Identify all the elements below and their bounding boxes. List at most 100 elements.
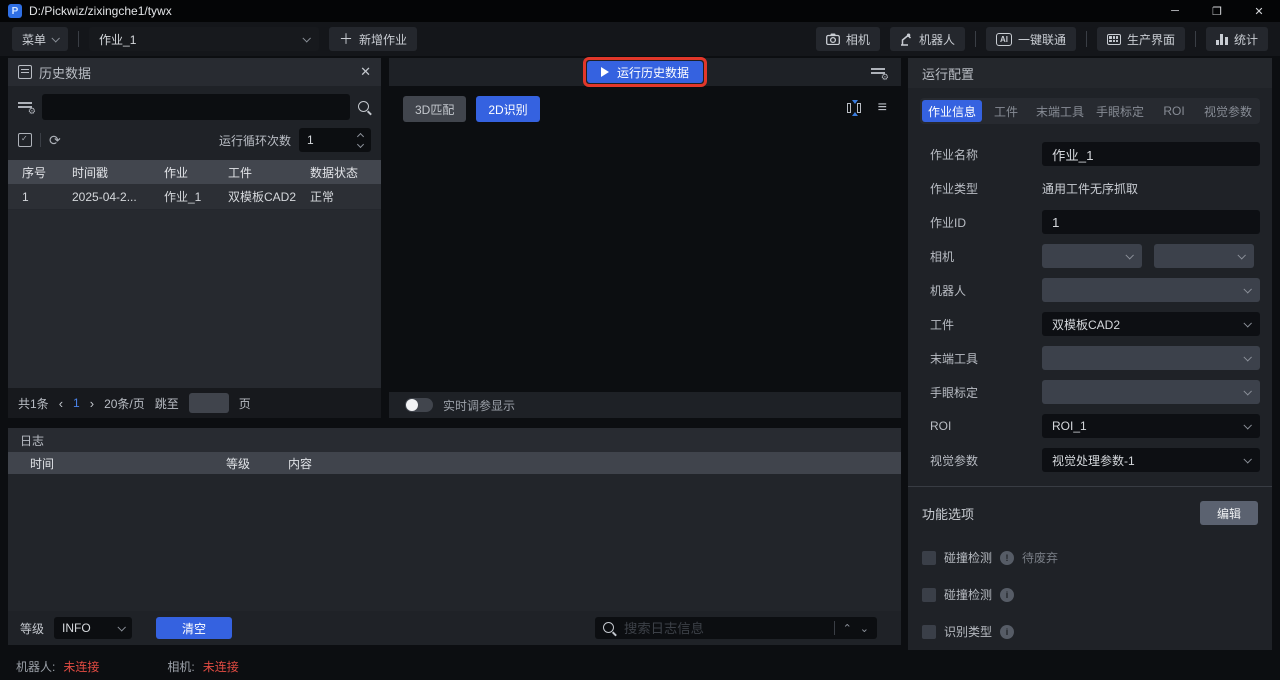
job-selector-dropdown[interactable]: 作业_1	[89, 27, 319, 51]
info-icon: i	[1000, 588, 1014, 602]
chevron-down-icon	[1243, 421, 1251, 429]
checkbox[interactable]	[922, 588, 936, 602]
filter-settings-icon[interactable]	[18, 101, 34, 113]
tab-2d-recognition[interactable]: 2D识别	[476, 96, 539, 122]
menu-button[interactable]: 菜单	[12, 27, 68, 51]
roi-label: ROI	[920, 419, 1042, 433]
function-options-heading: 功能选项	[922, 504, 974, 523]
robot-select[interactable]	[1042, 278, 1260, 302]
robot-button[interactable]: 机器人	[890, 27, 965, 51]
tab-end-tool[interactable]: 末端工具	[1030, 100, 1090, 122]
one-key-connect-button[interactable]: AI 一键联通	[986, 27, 1076, 51]
tab-job-info[interactable]: 作业信息	[922, 100, 982, 122]
chevron-down-icon	[1243, 387, 1251, 395]
status-bar: 机器人: 未连接 相机: 未连接	[0, 652, 1280, 680]
job-name-input[interactable]	[1042, 142, 1260, 166]
tab-hand-eye[interactable]: 手眼标定	[1090, 100, 1150, 122]
live-tuning-toggle[interactable]	[405, 398, 433, 412]
divider	[1195, 31, 1196, 47]
log-panel-title: 日志	[20, 432, 44, 449]
next-page-icon[interactable]: ›	[90, 396, 94, 411]
bar-chart-icon	[1216, 34, 1228, 45]
end-tool-select[interactable]	[1042, 346, 1260, 370]
menu-icon[interactable]: ≡	[878, 100, 887, 116]
jump-label: 跳至	[155, 395, 179, 412]
option-collision-2: 碰撞检测 i	[908, 586, 1272, 603]
search-next-icon[interactable]: ⌄	[860, 622, 869, 635]
deprecated-note: 待废弃	[1022, 549, 1058, 566]
ai-icon: AI	[996, 33, 1012, 46]
main-toolbar: 菜单 作业_1 ＋ 新增作业 相机 机器人 AI 一键联通	[0, 22, 1280, 56]
run-cycles-stepper[interactable]: 1	[299, 128, 371, 152]
jump-page-input[interactable]	[189, 393, 229, 413]
checkbox[interactable]	[922, 625, 936, 639]
log-table-body	[8, 474, 901, 611]
log-search-input[interactable]	[624, 621, 826, 636]
tab-workpiece[interactable]: 工件	[982, 100, 1030, 122]
statistics-button[interactable]: 统计	[1206, 27, 1268, 51]
run-config-panel: 运行配置 作业信息 工件 末端工具 手眼标定 ROI 视觉参数 作业名称 作业类…	[908, 58, 1272, 650]
history-document-icon	[18, 65, 32, 79]
production-grid-icon	[1107, 34, 1121, 45]
hand-eye-select[interactable]	[1042, 380, 1260, 404]
restore-button[interactable]: ❐	[1196, 0, 1238, 22]
chevron-down-icon	[51, 34, 59, 42]
config-tab-bar: 作业信息 工件 末端工具 手眼标定 ROI 视觉参数	[920, 98, 1260, 124]
fit-view-icon[interactable]	[846, 100, 862, 116]
search-icon[interactable]	[358, 101, 371, 114]
divider	[40, 133, 41, 147]
workpiece-label: 工件	[920, 316, 1042, 333]
robot-status-value: 未连接	[63, 658, 99, 675]
robot-label: 机器人	[920, 282, 1042, 299]
vision-params-label: 视觉参数	[920, 452, 1042, 469]
tab-3d-match[interactable]: 3D匹配	[403, 96, 466, 122]
history-search-input[interactable]	[42, 94, 350, 120]
divider	[834, 621, 835, 635]
vision-params-select[interactable]: 视觉处理参数-1	[1042, 448, 1260, 472]
total-count: 共1条	[18, 395, 49, 412]
log-level-select[interactable]: INFO	[54, 617, 132, 639]
tab-vision-params[interactable]: 视觉参数	[1198, 100, 1258, 122]
chevron-down-icon	[1237, 251, 1245, 259]
workpiece-select[interactable]: 双模板CAD2	[1042, 312, 1260, 336]
robot-status-label: 机器人:	[16, 658, 55, 675]
add-job-button[interactable]: ＋ 新增作业	[329, 27, 417, 51]
refresh-icon[interactable]: ⟳	[49, 133, 61, 147]
view-settings-icon[interactable]	[871, 67, 887, 79]
close-icon[interactable]: ✕	[360, 64, 371, 80]
camera-select-2[interactable]	[1154, 244, 1254, 268]
step-down-icon[interactable]	[357, 140, 364, 147]
table-row[interactable]: 1 2025-04-2... 作业_1 双模板CAD2 正常	[8, 184, 381, 210]
viewport-canvas[interactable]: 3D匹配 2D识别 ≡	[389, 86, 901, 392]
job-id-label: 作业ID	[920, 214, 1042, 231]
history-data-panel: 历史数据 ✕ ⟳ 运行循环次数 1 序号 时间戳 作业 工件 数据状态 1 20…	[8, 58, 381, 418]
chevron-down-icon	[1243, 455, 1251, 463]
camera-status-value: 未连接	[203, 658, 239, 675]
job-type-value: 通用工件无序抓取	[1042, 180, 1260, 197]
info-icon: i	[1000, 625, 1014, 639]
production-ui-button[interactable]: 生产界面	[1097, 27, 1185, 51]
run-history-data-button[interactable]: 运行历史数据	[587, 61, 703, 83]
camera-button[interactable]: 相机	[816, 27, 880, 51]
camera-select-1[interactable]	[1042, 244, 1142, 268]
camera-label: 相机	[920, 248, 1042, 265]
clear-log-button[interactable]: 清空	[156, 617, 232, 639]
chevron-down-icon	[1243, 319, 1251, 327]
current-page[interactable]: 1	[73, 396, 80, 410]
prev-page-icon[interactable]: ‹	[59, 396, 63, 411]
checkbox[interactable]	[922, 551, 936, 565]
close-button[interactable]: ✕	[1238, 0, 1280, 22]
job-name-label: 作业名称	[920, 146, 1042, 163]
tab-roi[interactable]: ROI	[1150, 100, 1198, 122]
multi-select-icon[interactable]	[18, 133, 32, 147]
search-prev-icon[interactable]: ⌃	[843, 622, 852, 635]
step-up-icon[interactable]	[357, 132, 364, 139]
minimize-button[interactable]: ─	[1154, 0, 1196, 22]
edit-button[interactable]: 编辑	[1200, 501, 1258, 525]
job-id-input[interactable]	[1042, 210, 1260, 234]
divider	[1086, 31, 1087, 47]
camera-icon	[826, 33, 840, 45]
warning-icon: !	[1000, 551, 1014, 565]
plus-icon: ＋	[339, 32, 353, 46]
roi-select[interactable]: ROI_1	[1042, 414, 1260, 438]
